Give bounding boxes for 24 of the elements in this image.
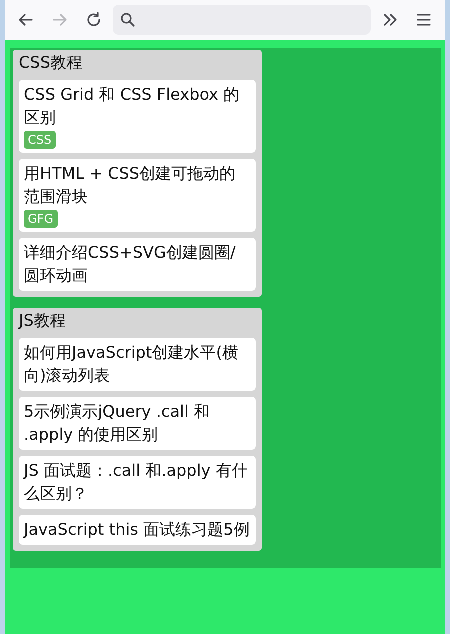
card-text: 如何用JavaScript创建水平(横向)滚动列表 [24, 342, 240, 387]
task-card[interactable]: 详细介绍CSS+SVG创建圆圈/圆环动画 [19, 238, 256, 291]
card-tag: CSS [24, 131, 56, 149]
list-title: JS教程 [19, 310, 67, 332]
card-text: 详细介绍CSS+SVG创建圆圈/圆环动画 [24, 242, 237, 287]
task-card[interactable]: CSS Grid 和 CSS Flexbox 的区别 CSS [19, 80, 256, 153]
task-card[interactable]: 5示例演示jQuery .call 和 .apply 的使用区别 [19, 397, 256, 450]
task-card[interactable]: 用HTML + CSS创建可拖动的范围滑块 GFG [19, 159, 256, 232]
card-text: JavaScript this 面试练习题5例 [24, 519, 250, 541]
card-text: 用HTML + CSS创建可拖动的范围滑块 [24, 163, 237, 208]
back-arrow-icon [17, 11, 35, 29]
address-field[interactable] [113, 5, 371, 35]
reload-icon [85, 11, 103, 29]
forward-arrow-icon [51, 11, 69, 29]
list-title: CSS教程 [19, 52, 84, 74]
menu-icon [415, 11, 433, 29]
card-text: 5示例演示jQuery .call 和 .apply 的使用区别 [24, 401, 211, 446]
card-text: JS 面试题：.call 和.apply 有什么区别？ [24, 460, 249, 505]
card-text: CSS Grid 和 CSS Flexbox 的区别 [24, 84, 241, 129]
task-card[interactable]: JS 面试题：.call 和.apply 有什么区别？ [19, 456, 256, 509]
search-icon [119, 11, 137, 29]
task-card[interactable]: JavaScript this 面试练习题5例 [19, 515, 256, 545]
task-card[interactable]: 如何用JavaScript创建水平(横向)滚动列表 [19, 338, 256, 391]
card-tag: GFG [24, 210, 58, 228]
